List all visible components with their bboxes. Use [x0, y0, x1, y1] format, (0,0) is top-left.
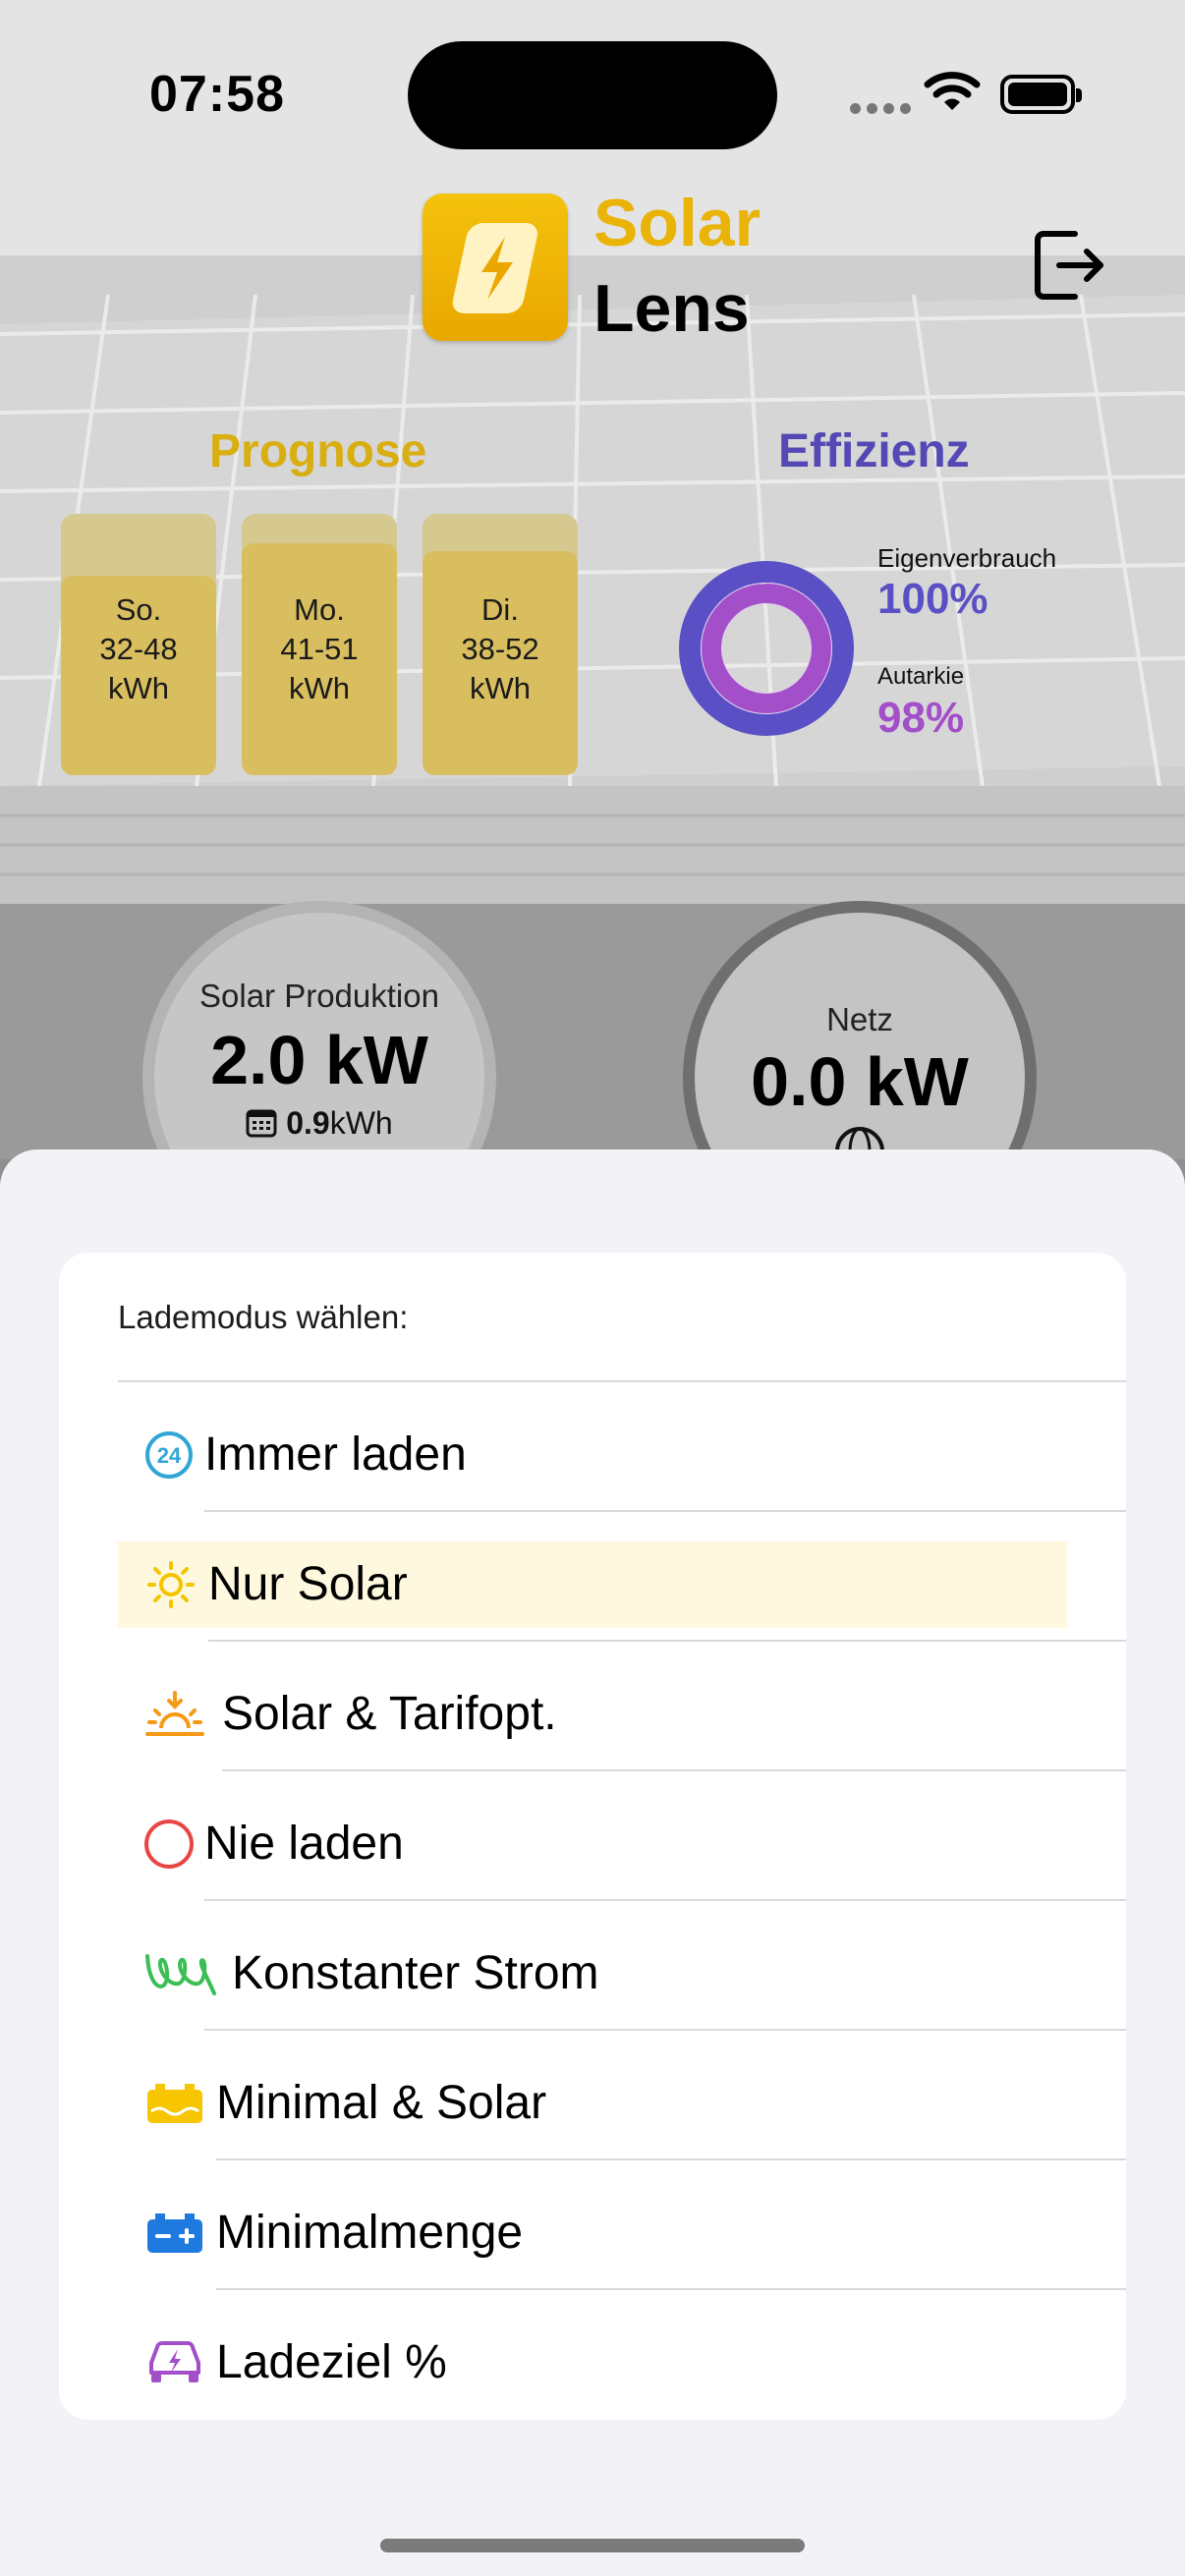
forecast-range: 32-48 — [99, 632, 178, 666]
grid-label: Netz — [826, 1001, 893, 1037]
home-indicator[interactable] — [380, 2539, 805, 2552]
sun-icon — [147, 1561, 195, 1608]
forecast-day: Mo. — [294, 592, 345, 627]
forecast-range: 38-52 — [461, 632, 539, 666]
forecast-day: So. — [115, 592, 162, 627]
forecast-range: 41-51 — [280, 632, 359, 666]
wifi-icon — [924, 72, 981, 110]
calendar-icon — [246, 1109, 277, 1138]
charge-mode-label: Nie laden — [204, 1818, 404, 1870]
charge-mode-label: Konstanter Strom — [232, 1947, 599, 1999]
forecast-unit: kWh — [289, 671, 350, 705]
charge-mode-option-konstanter-strom[interactable]: Konstanter Strom — [0, 1901, 1185, 2031]
car-bolt-icon — [149, 2341, 200, 2382]
charge-mode-title: Lademodus wählen: — [118, 1299, 409, 1335]
charge-mode-label: Immer laden — [204, 1428, 467, 1481]
battery-icon — [1000, 75, 1082, 114]
charge-mode-option-solar-tarifopt[interactable]: Solar & Tarifopt. — [0, 1642, 1185, 1771]
battery-icon — [147, 2213, 202, 2253]
charge-mode-option-minimal-solar[interactable]: Minimal & Solar — [0, 2031, 1185, 2160]
self-consumption-label: Eigenverbrauch — [877, 543, 1057, 573]
dynamic-island — [408, 41, 777, 149]
autarky-label: Autarkie — [877, 663, 965, 690]
battery-solar-icon — [147, 2084, 202, 2123]
self-consumption-value: 100% — [877, 575, 988, 623]
charge-mode-option-immer-laden[interactable]: 24 Immer laden — [0, 1382, 1185, 1512]
autarky-value: 98% — [877, 694, 965, 742]
charge-mode-option-ladeziel[interactable]: Ladeziel % — [0, 2290, 1185, 2420]
charge-mode-label: Nur Solar — [208, 1558, 408, 1610]
grid-value: 0.0 kW — [751, 1043, 969, 1120]
forecast-card: Di. 38-52 kWh — [423, 514, 578, 775]
solar-production-value: 2.0 kW — [210, 1022, 428, 1098]
charge-mode-label: Minimalmenge — [216, 2207, 524, 2259]
efficiency-title: Effizienz — [778, 425, 970, 477]
charge-mode-option-nur-solar[interactable]: Nur Solar — [0, 1512, 1185, 1642]
forecast-unit: kWh — [108, 671, 169, 705]
charge-mode-option-nie-laden[interactable]: Nie laden — [0, 1771, 1185, 1901]
forecast-day: Di. — [481, 592, 519, 627]
charge-mode-option-minimalmenge[interactable]: Minimalmenge — [0, 2160, 1185, 2290]
logout-icon[interactable] — [1032, 226, 1106, 305]
solar-energy-unit: kWh — [329, 1105, 393, 1141]
forecast-card: Mo. 41-51 kWh — [242, 514, 397, 775]
brand-title-lens: Lens — [593, 271, 750, 346]
charge-mode-label: Solar & Tarifopt. — [222, 1688, 557, 1740]
sunrise-icon — [145, 1691, 204, 1736]
charge-mode-label: Minimal & Solar — [216, 2077, 547, 2129]
status-time: 07:58 — [149, 66, 285, 123]
24-hours-icon: 24 — [145, 1431, 193, 1479]
app-logo — [423, 194, 568, 341]
bolt-icon — [452, 223, 537, 313]
circle-icon — [144, 1820, 194, 1869]
coil-icon — [145, 1954, 216, 1995]
brand-title-solar: Solar — [593, 186, 762, 260]
forecast-card: So. 32-48 kWh — [61, 514, 216, 775]
forecast-unit: kWh — [470, 671, 531, 705]
forecast-title: Prognose — [209, 425, 427, 477]
solar-production-label: Solar Produktion — [199, 978, 439, 1014]
solar-energy-value: 0.9 — [286, 1105, 330, 1141]
svg-text:24: 24 — [157, 1443, 182, 1468]
charge-mode-label: Ladeziel % — [216, 2336, 447, 2388]
efficiency-ring-chart — [679, 561, 854, 736]
